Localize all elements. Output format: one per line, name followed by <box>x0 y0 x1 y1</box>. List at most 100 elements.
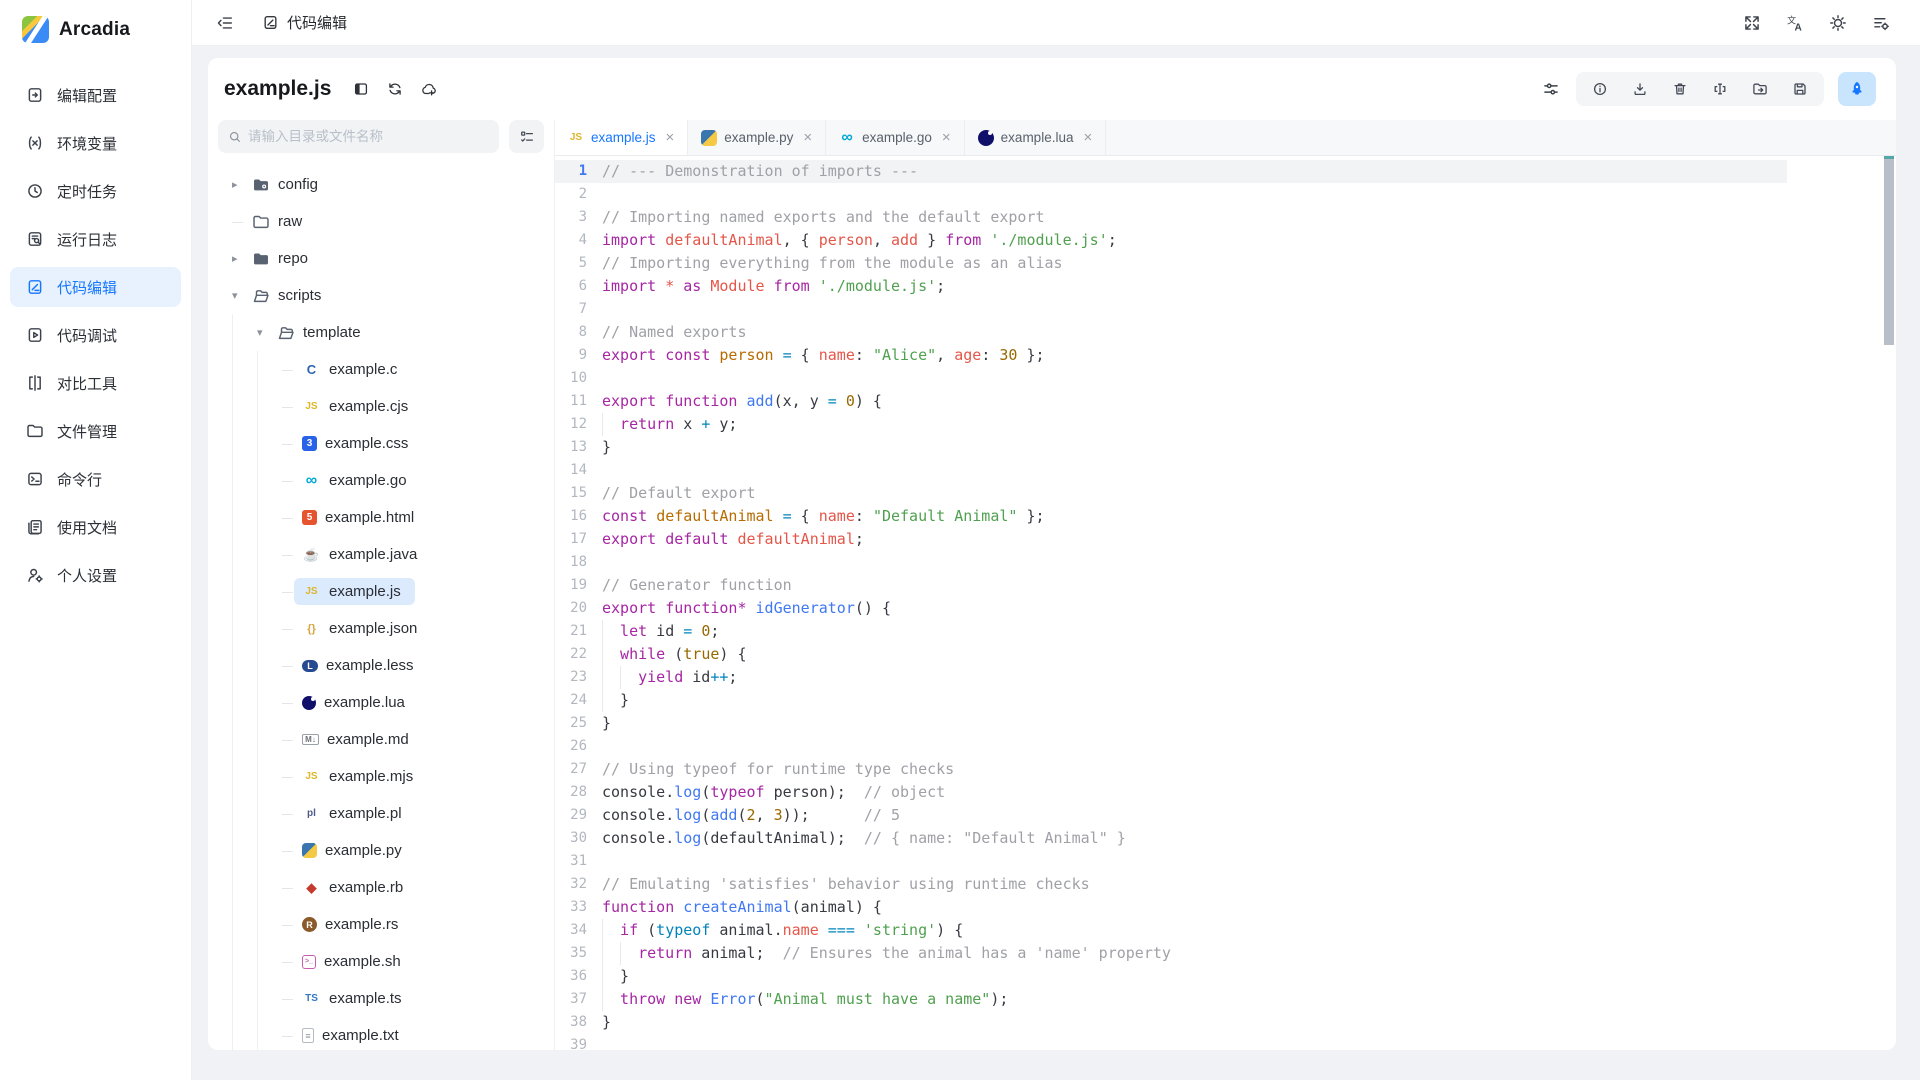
tree-item-scripts[interactable]: ▾scripts <box>232 277 554 314</box>
code-line[interactable]: 24} <box>555 689 1896 712</box>
refresh-button[interactable] <box>387 81 403 97</box>
code-line[interactable]: 6import * as Module from './module.js'; <box>555 275 1896 298</box>
code-line[interactable]: 13} <box>555 436 1896 459</box>
tree-item-raw[interactable]: raw <box>232 203 554 240</box>
close-icon[interactable]: × <box>666 130 675 145</box>
search-input[interactable] <box>248 129 489 144</box>
code-line[interactable]: 21let id = 0; <box>555 620 1896 643</box>
code-line[interactable]: 20export function* idGenerator() { <box>555 597 1896 620</box>
sidebar-item-env-vars[interactable]: 环境变量 <box>10 123 181 163</box>
code-line[interactable]: 35return animal; // Ensures the animal h… <box>555 942 1896 965</box>
code-line[interactable]: 25} <box>555 712 1896 735</box>
code-line[interactable]: 32// Emulating 'satisfies' behavior usin… <box>555 873 1896 896</box>
code-line[interactable]: 34if (typeof animal.name === 'string') { <box>555 919 1896 942</box>
app-logo[interactable]: Arcadia <box>0 0 191 53</box>
editor-scrollbar[interactable] <box>1884 156 1894 1050</box>
tree-item-example.cjs[interactable]: JSexample.cjs <box>232 388 554 425</box>
code-line[interactable]: 36} <box>555 965 1896 988</box>
tree-item-example.js[interactable]: JSexample.js <box>232 573 554 610</box>
code-line[interactable]: 37throw new Error("Animal must have a na… <box>555 988 1896 1011</box>
sidebar-item-run-logs[interactable]: 运行日志 <box>10 219 181 259</box>
download-button[interactable] <box>1632 81 1648 97</box>
sidebar-item-compare-tool[interactable]: 对比工具 <box>10 363 181 403</box>
info-button[interactable] <box>1592 81 1608 97</box>
code-line[interactable]: 7 <box>555 298 1896 321</box>
sidebar-item-docs[interactable]: 使用文档 <box>10 507 181 547</box>
theme-button[interactable] <box>1829 14 1847 32</box>
code-line[interactable]: 8// Named exports <box>555 321 1896 344</box>
code-line[interactable]: 4import defaultAnimal, { person, add } f… <box>555 229 1896 252</box>
tree-item-example.ts[interactable]: TSexample.ts <box>232 980 554 1017</box>
list-settings-button[interactable] <box>1872 14 1890 32</box>
code-line[interactable]: 10 <box>555 367 1896 390</box>
code-line[interactable]: 14 <box>555 459 1896 482</box>
tree-item-repo[interactable]: ▸repo <box>232 240 554 277</box>
code-line[interactable]: 27// Using typeof for runtime type check… <box>555 758 1896 781</box>
sidebar-item-file-manage[interactable]: 文件管理 <box>10 411 181 451</box>
tree-item-example.html[interactable]: 5example.html <box>232 499 554 536</box>
editor-tab-example.js[interactable]: JSexample.js× <box>555 120 688 155</box>
code-line[interactable]: 15// Default export <box>555 482 1896 505</box>
tree-item-example.less[interactable]: Lexample.less <box>232 647 554 684</box>
code-line[interactable]: 11export function add(x, y = 0) { <box>555 390 1896 413</box>
sidebar-item-edit-config[interactable]: 编辑配置 <box>10 75 181 115</box>
sidebar-item-code-debug[interactable]: 代码调试 <box>10 315 181 355</box>
code-line[interactable]: 12return x + y; <box>555 413 1896 436</box>
tree-item-example.pl[interactable]: plexample.pl <box>232 795 554 832</box>
code-line[interactable]: 18 <box>555 551 1896 574</box>
cloud-add-button[interactable] <box>421 81 437 97</box>
tree-item-example.rb[interactable]: ◆example.rb <box>232 869 554 906</box>
tree-item-example.css[interactable]: 3example.css <box>232 425 554 462</box>
code-line[interactable]: 16const defaultAnimal = { name: "Default… <box>555 505 1896 528</box>
tree-item-example.java[interactable]: ☕example.java <box>232 536 554 573</box>
code-line[interactable]: 9export const person = { name: "Alice", … <box>555 344 1896 367</box>
chevron-down-icon[interactable]: ▾ <box>232 289 252 302</box>
tree-item-example.json[interactable]: {}example.json <box>232 610 554 647</box>
tree-item-example.sh[interactable]: >_example.sh <box>232 943 554 980</box>
code-line[interactable]: 29console.log(add(2, 3)); // 5 <box>555 804 1896 827</box>
tree-item-example.lua[interactable]: example.lua <box>232 684 554 721</box>
tree-item-config[interactable]: ▸config <box>232 166 554 203</box>
tree-item-example.py[interactable]: example.py <box>232 832 554 869</box>
tree-item-example.txt[interactable]: ≡example.txt <box>232 1017 554 1050</box>
tree-item-example.mjs[interactable]: JSexample.mjs <box>232 758 554 795</box>
sidebar-item-code-edit[interactable]: 代码编辑 <box>10 267 181 307</box>
code-line[interactable]: 38} <box>555 1011 1896 1034</box>
tree-item-template[interactable]: ▾template <box>232 314 554 351</box>
chevron-right-icon[interactable]: ▸ <box>232 252 252 265</box>
folder-move-button[interactable] <box>1752 81 1768 97</box>
sliders-button[interactable] <box>1542 80 1560 98</box>
code-line[interactable]: 31 <box>555 850 1896 873</box>
sidebar-item-terminal[interactable]: 命令行 <box>10 459 181 499</box>
close-icon[interactable]: × <box>803 130 812 145</box>
sidebar-item-cron-tasks[interactable]: 定时任务 <box>10 171 181 211</box>
editor-tab-example.lua[interactable]: example.lua× <box>965 120 1107 155</box>
topbar-tab-code-edit[interactable]: 代码编辑 <box>262 12 347 33</box>
code-line[interactable]: 17export default defaultAnimal; <box>555 528 1896 551</box>
code-line[interactable]: 28console.log(typeof person); // object <box>555 781 1896 804</box>
editor-tab-example.py[interactable]: example.py× <box>688 120 826 155</box>
run-button[interactable] <box>1838 72 1876 106</box>
rename-button[interactable] <box>1712 81 1728 97</box>
code-line[interactable]: 2 <box>555 183 1896 206</box>
checklist-filter-button[interactable] <box>509 120 544 153</box>
tree-item-example.go[interactable]: ∞example.go <box>232 462 554 499</box>
tree-item-example.rs[interactable]: Rexample.rs <box>232 906 554 943</box>
panel-toggle-button[interactable] <box>353 81 369 97</box>
fullscreen-button[interactable] <box>1743 14 1761 32</box>
editor-tab-example.go[interactable]: ∞example.go× <box>826 120 965 155</box>
scrollbar-thumb[interactable] <box>1884 159 1894 345</box>
sidebar-item-profile-settings[interactable]: 个人设置 <box>10 555 181 595</box>
tree-item-example.c[interactable]: Cexample.c <box>232 351 554 388</box>
save-button[interactable] <box>1792 81 1808 97</box>
trash-button[interactable] <box>1672 81 1688 97</box>
code-line[interactable]: 30console.log(defaultAnimal); // { name:… <box>555 827 1896 850</box>
code-line[interactable]: 26 <box>555 735 1896 758</box>
translate-button[interactable]: 文A <box>1786 14 1804 32</box>
close-icon[interactable]: × <box>1083 130 1092 145</box>
code-line[interactable]: 19// Generator function <box>555 574 1896 597</box>
code-line[interactable]: 23yield id++; <box>555 666 1896 689</box>
code-line[interactable]: 33function createAnimal(animal) { <box>555 896 1896 919</box>
close-icon[interactable]: × <box>942 130 951 145</box>
code-line[interactable]: 5// Importing everything from the module… <box>555 252 1896 275</box>
